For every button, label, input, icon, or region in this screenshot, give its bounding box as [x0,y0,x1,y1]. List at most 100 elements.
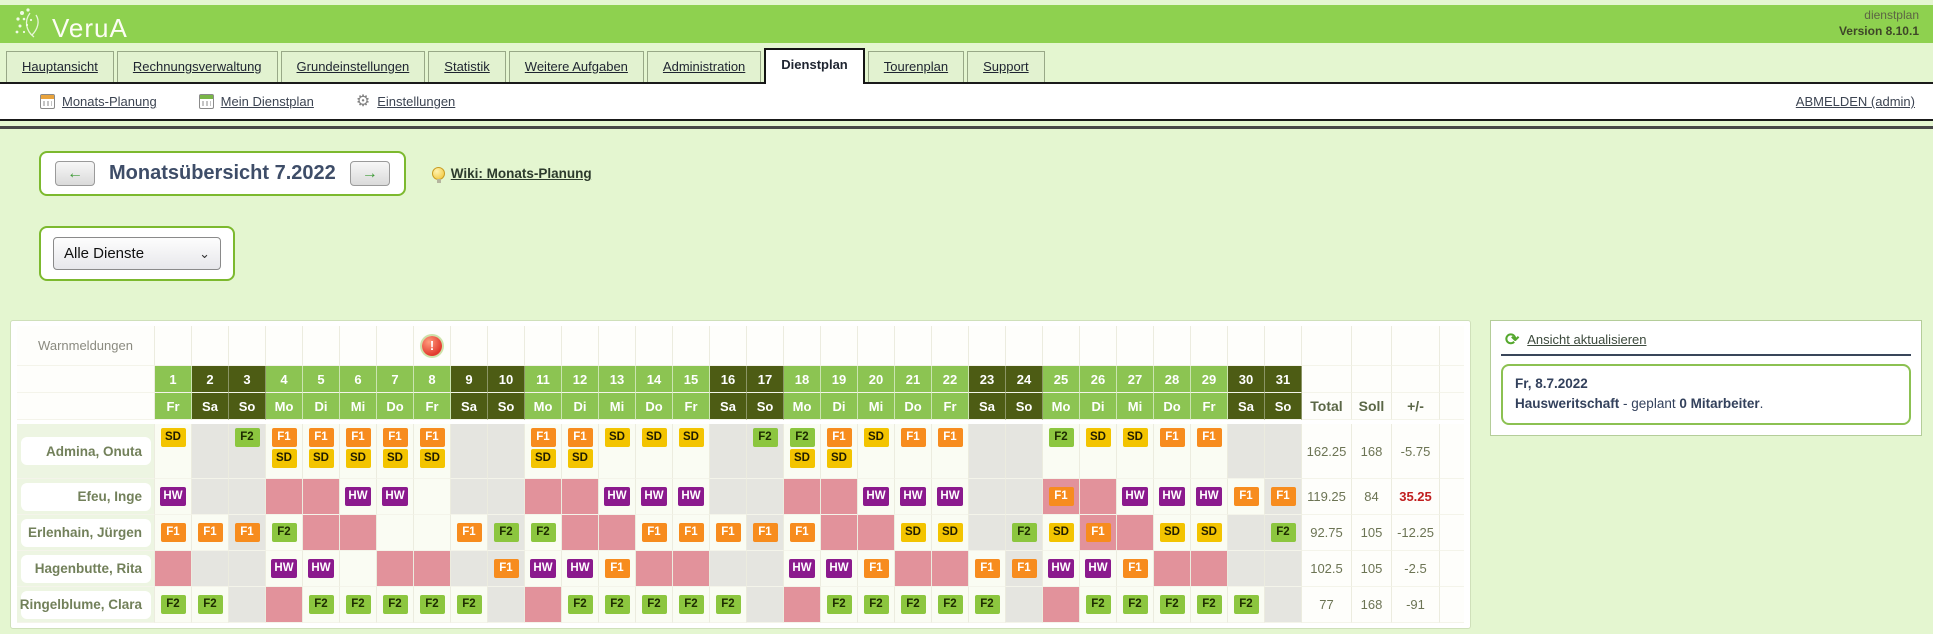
tab-support[interactable]: Support [967,51,1045,82]
shift-cell-day-10[interactable]: F2 [488,515,525,551]
day-header-23[interactable]: 23 [969,366,1006,393]
shift-cell-day-31[interactable] [1265,587,1302,623]
shift-cell-day-5[interactable] [303,515,340,551]
shift-cell-day-18[interactable]: F2SD [784,424,821,479]
shift-cell-day-9[interactable] [451,551,488,587]
shift-badge-f1[interactable]: F1 [383,428,408,447]
warning-icon[interactable]: ! [422,336,442,356]
day-header-11[interactable]: 11 [525,366,562,393]
shift-cell-day-7[interactable]: HW [377,479,414,515]
shift-badge-hw[interactable]: HW [567,559,592,578]
shift-cell-day-11[interactable] [525,479,562,515]
day-header-26[interactable]: 26 [1080,366,1117,393]
employee-name[interactable]: Erlenhain, Jürgen [21,519,151,547]
shift-cell-day-18[interactable] [784,587,821,623]
day-header-21[interactable]: 21 [895,366,932,393]
tab-tourenplan[interactable]: Tourenplan [868,51,964,82]
day-header-20[interactable]: 20 [858,366,895,393]
shift-cell-day-15[interactable] [673,551,710,587]
shift-cell-day-16[interactable]: F2 [710,587,747,623]
shift-badge-f2[interactable]: F2 [716,595,741,614]
shift-badge-f2[interactable]: F2 [235,428,260,447]
day-header-31[interactable]: 31 [1265,366,1302,393]
day-header-4[interactable]: 4 [266,366,303,393]
shift-cell-day-13[interactable]: F2 [599,587,636,623]
shift-cell-day-17[interactable]: F2 [747,424,784,479]
tab-administration[interactable]: Administration [647,51,761,82]
shift-cell-day-5[interactable]: F1SD [303,424,340,479]
shift-cell-day-4[interactable]: F1SD [266,424,303,479]
shift-badge-f1[interactable]: F1 [1086,523,1111,542]
shift-cell-day-3[interactable] [229,479,266,515]
shift-badge-f2[interactable]: F2 [457,595,482,614]
tab-weitere-aufgaben[interactable]: Weitere Aufgaben [509,51,644,82]
shift-cell-day-27[interactable] [1117,515,1154,551]
shift-cell-day-4[interactable]: HW [266,551,303,587]
day-header-27[interactable]: 27 [1117,366,1154,393]
shift-cell-day-24[interactable] [1006,587,1043,623]
shift-cell-day-25[interactable]: F2 [1043,424,1080,479]
shift-cell-day-19[interactable]: HW [821,551,858,587]
shift-cell-day-3[interactable]: F2 [229,424,266,479]
shift-cell-day-22[interactable]: HW [932,479,969,515]
day-header-24[interactable]: 24 [1006,366,1043,393]
day-header-15[interactable]: 15 [673,366,710,393]
shift-badge-f2[interactable]: F2 [383,595,408,614]
shift-cell-day-23[interactable] [969,515,1006,551]
shift-badge-f2[interactable]: F2 [1234,595,1259,614]
shift-badge-sd[interactable]: SD [272,449,297,468]
shift-badge-f1[interactable]: F1 [1271,487,1296,506]
day-header-7[interactable]: 7 [377,366,414,393]
shift-cell-day-1[interactable]: SD [155,424,192,479]
shift-badge-f1[interactable]: F1 [605,559,630,578]
shift-cell-day-16[interactable]: F1 [710,515,747,551]
shift-badge-hw[interactable]: HW [1085,559,1110,578]
shift-badge-f2[interactable]: F2 [790,428,815,447]
shift-cell-day-16[interactable] [710,424,747,479]
tab-grundeinstellungen[interactable]: Grundeinstellungen [281,51,426,82]
shift-cell-day-13[interactable] [599,515,636,551]
shift-cell-day-12[interactable]: HW [562,551,599,587]
shift-cell-day-7[interactable] [377,515,414,551]
shift-badge-hw[interactable]: HW [1196,487,1221,506]
day-header-19[interactable]: 19 [821,366,858,393]
shift-badge-sd[interactable]: SD [346,449,371,468]
shift-cell-day-29[interactable]: SD [1191,515,1228,551]
shift-cell-day-19[interactable]: F2 [821,587,858,623]
shift-cell-day-31[interactable]: F2 [1265,515,1302,551]
shift-badge-sd[interactable]: SD [1123,428,1148,447]
employee-name[interactable]: Efeu, Inge [21,483,151,511]
shift-cell-day-28[interactable]: F1 [1154,424,1191,479]
shift-cell-day-14[interactable]: F2 [636,587,673,623]
shift-cell-day-8[interactable] [414,551,451,587]
shift-badge-f1[interactable]: F1 [457,523,482,542]
shift-badge-hw[interactable]: HW [1048,559,1073,578]
shift-cell-day-21[interactable] [895,551,932,587]
shift-cell-day-21[interactable]: F1 [895,424,932,479]
day-header-1[interactable]: 1 [155,366,192,393]
shift-badge-f1[interactable]: F1 [753,523,778,542]
shift-badge-f2[interactable]: F2 [531,523,556,542]
logout-link[interactable]: ABMELDEN (admin) [1796,94,1915,109]
day-header-3[interactable]: 3 [229,366,266,393]
wiki-link[interactable]: Wiki: Monats-Planung [451,166,592,181]
shift-badge-f2[interactable]: F2 [568,595,593,614]
shift-badge-hw[interactable]: HW [826,559,851,578]
shift-cell-day-10[interactable] [488,424,525,479]
shift-badge-f1[interactable]: F1 [1049,487,1074,506]
shift-cell-day-14[interactable]: HW [636,479,673,515]
shift-badge-f2[interactable]: F2 [827,595,852,614]
shift-badge-hw[interactable]: HW [863,487,888,506]
day-header-8[interactable]: 8 [414,366,451,393]
shift-cell-day-22[interactable]: F2 [932,587,969,623]
shift-badge-f2[interactable]: F2 [1160,595,1185,614]
shift-badge-f1[interactable]: F1 [864,559,889,578]
shift-cell-day-19[interactable]: F1SD [821,424,858,479]
shift-cell-day-25[interactable] [1043,587,1080,623]
shift-cell-day-8[interactable]: F2 [414,587,451,623]
shift-cell-day-8[interactable] [414,479,451,515]
shift-cell-day-17[interactable] [747,551,784,587]
day-header-25[interactable]: 25 [1043,366,1080,393]
shift-cell-day-13[interactable]: SD [599,424,636,479]
shift-cell-day-30[interactable]: F2 [1228,587,1265,623]
